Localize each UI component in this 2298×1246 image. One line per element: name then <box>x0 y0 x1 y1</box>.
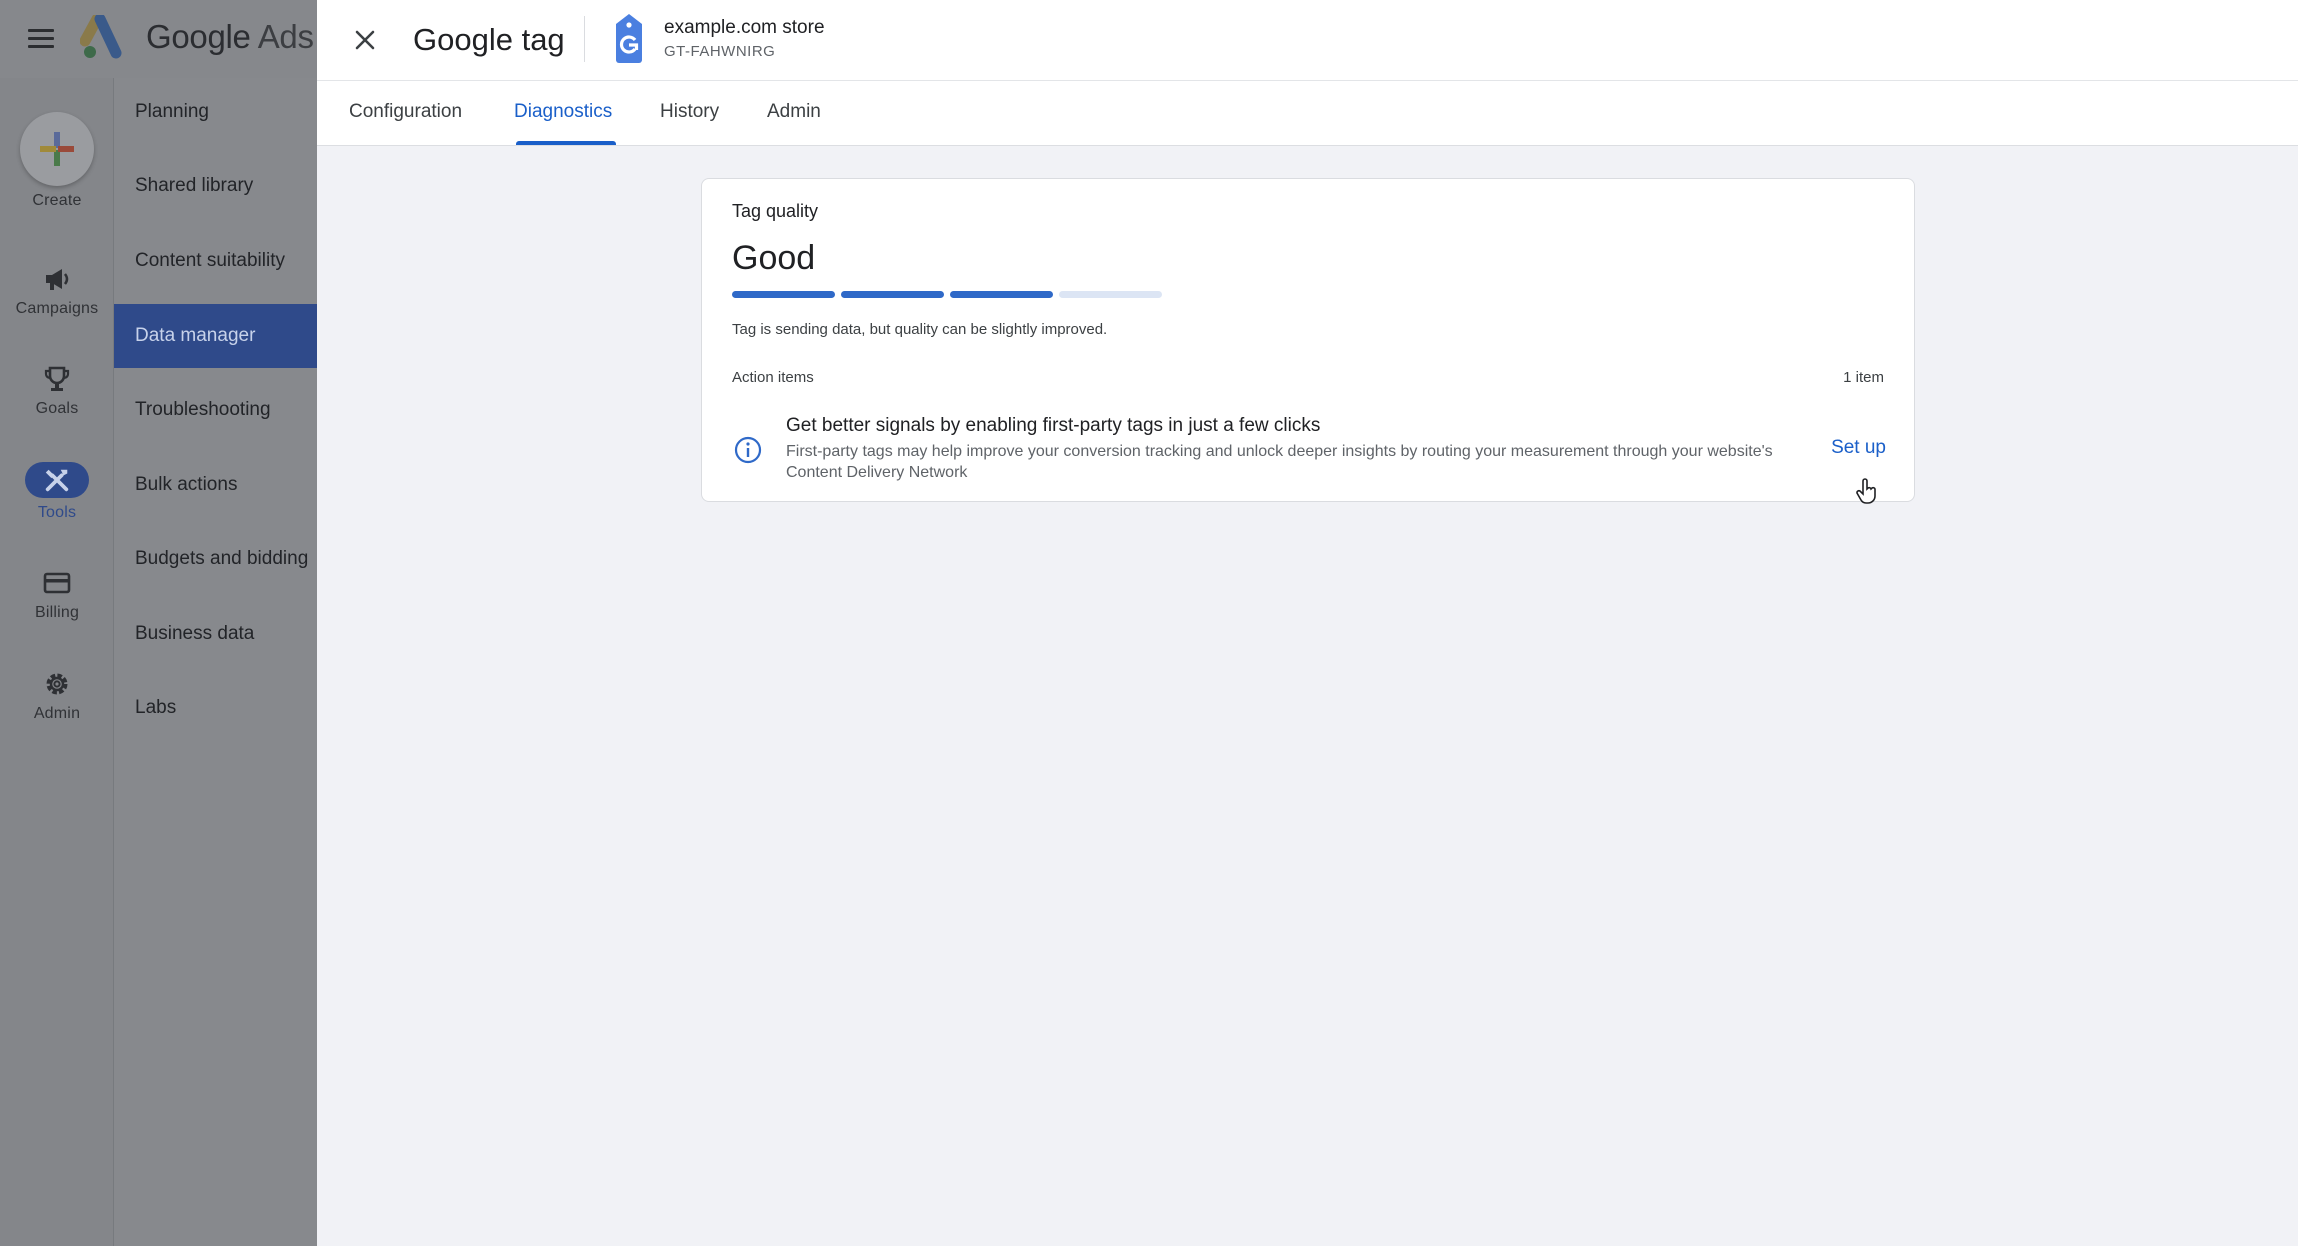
brand-name: Google Ads <box>146 17 314 57</box>
nav-item-data-manager[interactable]: Data manager <box>114 304 317 368</box>
quality-value: Good <box>732 239 816 277</box>
gear-icon <box>46 673 68 695</box>
nav-item-shared-library[interactable]: Shared library <box>114 154 317 218</box>
plus-icon <box>40 132 74 166</box>
info-icon <box>734 436 762 464</box>
nav-item-budgets-and-bidding[interactable]: Budgets and bidding <box>114 527 317 591</box>
tag-quality-card: Tag quality Good Tag is sending data, bu… <box>701 178 1915 502</box>
card-label: Tag quality <box>732 201 819 221</box>
tools-icon <box>45 469 69 492</box>
hand-cursor-icon <box>1856 478 1876 504</box>
google-tag-icon <box>616 14 642 63</box>
rail-billing[interactable]: Billing <box>0 568 114 622</box>
rail-admin[interactable]: Admin <box>0 669 114 723</box>
nav-item-bulk-actions[interactable]: Bulk actions <box>114 453 317 517</box>
quality-segment <box>1059 291 1162 298</box>
close-icon[interactable] <box>347 22 383 58</box>
quality-description: Tag is sending data, but quality can be … <box>732 321 1108 338</box>
megaphone-icon <box>46 269 69 290</box>
app-bar-left: Google Ads <box>0 0 317 78</box>
tab-history[interactable]: History <box>660 81 719 145</box>
quality-segment <box>732 291 835 298</box>
tag-id: GT-FAHWNIRG <box>664 43 776 60</box>
rail-label: Create <box>32 192 82 209</box>
tools-nav-panel: Planning Shared library Content suitabil… <box>114 78 317 1246</box>
rail-label: Goals <box>35 400 79 417</box>
nav-item-troubleshooting[interactable]: Troubleshooting <box>114 378 317 442</box>
google-tag-panel: Google tag example.com store GT-FAHWNIRG… <box>317 0 2298 1246</box>
tools-active-pill <box>25 462 89 498</box>
google-ads-logo-icon <box>80 15 122 59</box>
nav-item-content-suitability[interactable]: Content suitability <box>114 229 317 293</box>
store-name: example.com store <box>664 17 825 38</box>
panel-header: Google tag example.com store GT-FAHWNIRG <box>317 0 2298 81</box>
tab-bar: Configuration Diagnostics History Admin <box>317 81 2298 146</box>
rail-label: Billing <box>34 604 80 621</box>
credit-card-icon <box>43 572 71 594</box>
tab-configuration[interactable]: Configuration <box>349 81 462 145</box>
quality-segment <box>950 291 1053 298</box>
brand-product: Ads <box>257 18 314 55</box>
action-title: Get better signals by enabling first-par… <box>786 415 1321 436</box>
nav-item-labs[interactable]: Labs <box>114 676 317 740</box>
page-title: Google tag <box>413 22 565 57</box>
trophy-icon <box>44 366 70 391</box>
tab-diagnostics[interactable]: Diagnostics <box>514 81 617 145</box>
rail-create[interactable]: Create <box>0 112 114 210</box>
menu-icon[interactable] <box>28 26 58 52</box>
rail-label: Tools <box>37 504 77 521</box>
nav-item-planning[interactable]: Planning <box>114 80 317 144</box>
rail-campaigns[interactable]: Campaigns <box>0 264 114 318</box>
quality-segment <box>841 291 944 298</box>
action-items-label: Action items <box>732 369 814 386</box>
set-up-link[interactable]: Set up <box>1831 437 1886 459</box>
brand-google: Google <box>146 18 251 55</box>
rail-goals[interactable]: Goals <box>0 364 114 418</box>
create-button[interactable] <box>20 112 94 186</box>
nav-item-business-data[interactable]: Business data <box>114 602 317 666</box>
rail-label: Admin <box>33 705 81 722</box>
left-rail: Google Ads Create Campaigns Goals Tools … <box>0 0 317 1246</box>
header-divider <box>584 16 585 62</box>
tab-admin[interactable]: Admin <box>767 81 821 145</box>
action-description: First-party tags may help improve your c… <box>786 443 1773 481</box>
rail-tools[interactable]: Tools <box>0 462 114 522</box>
quality-meter <box>732 291 1162 298</box>
action-items-count: 1 item <box>1843 369 1884 386</box>
rail-label: Campaigns <box>15 300 99 317</box>
